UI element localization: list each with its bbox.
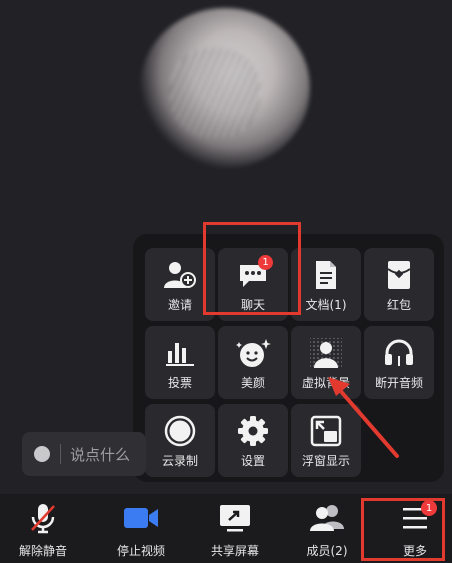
menu-item-document[interactable]: 文档(1) (291, 248, 361, 321)
cloud-record-icon (145, 414, 215, 448)
menu-item-label: 投票 (167, 376, 192, 390)
share-screen-icon (192, 502, 278, 534)
menu-item-red-packet[interactable]: 红包 (364, 248, 434, 321)
participant-video-blurred (140, 8, 310, 168)
menu-item-label: 红包 (386, 298, 411, 312)
menu-item-settings[interactable]: 设置 (218, 404, 288, 477)
menu-item-label: 虚拟背景 (301, 376, 350, 390)
vote-chart-icon (145, 336, 215, 370)
members-button[interactable]: 成员(2) (284, 494, 370, 563)
menu-item-cloud-record[interactable]: 云录制 (145, 404, 215, 477)
share-screen-button[interactable]: 共享屏幕 (192, 494, 278, 563)
toolbar-label: 共享屏幕 (210, 544, 259, 558)
menu-item-beauty[interactable]: 美颜 (218, 326, 288, 399)
emoji-icon[interactable] (34, 446, 50, 462)
menu-item-label: 文档(1) (305, 298, 347, 312)
menu-item-label: 设置 (240, 454, 265, 468)
virtual-background-icon (291, 336, 361, 370)
stop-video-button[interactable]: 停止视频 (98, 494, 184, 563)
meeting-screen: 邀请 聊天 1 文档(1) 红包 投票 美颜 虚拟背景 断开音频 云录制 设置 … (0, 0, 452, 563)
more-highlight-box (361, 498, 445, 561)
toolbar-label: 停止视频 (116, 544, 165, 558)
menu-item-label: 断开音频 (374, 376, 423, 390)
chat-input[interactable]: 说点什么 (22, 432, 146, 476)
chat-input-placeholder: 说点什么 (70, 446, 131, 464)
menu-item-disconnect-audio[interactable]: 断开音频 (364, 326, 434, 399)
headphones-icon (364, 336, 434, 370)
red-packet-icon (364, 258, 434, 292)
members-icon (284, 502, 370, 534)
toolbar-label: 解除静音 (18, 544, 67, 558)
toolbar-label: 成员(2) (306, 544, 348, 558)
menu-item-vote[interactable]: 投票 (145, 326, 215, 399)
unmute-button[interactable]: 解除静音 (0, 494, 86, 563)
menu-item-virtual-background[interactable]: 虚拟背景 (291, 326, 361, 399)
floating-window-icon (291, 414, 361, 448)
microphone-muted-icon (0, 502, 86, 534)
menu-item-label: 云录制 (161, 454, 198, 468)
document-icon (291, 258, 361, 292)
menu-item-label: 浮窗显示 (301, 454, 350, 468)
divider (60, 444, 61, 464)
beauty-face-icon (218, 336, 288, 370)
video-camera-icon (98, 502, 184, 534)
menu-item-floating-window[interactable]: 浮窗显示 (291, 404, 361, 477)
menu-item-label: 美颜 (240, 376, 265, 390)
gear-icon (218, 414, 288, 448)
chat-highlight-box (203, 222, 301, 315)
